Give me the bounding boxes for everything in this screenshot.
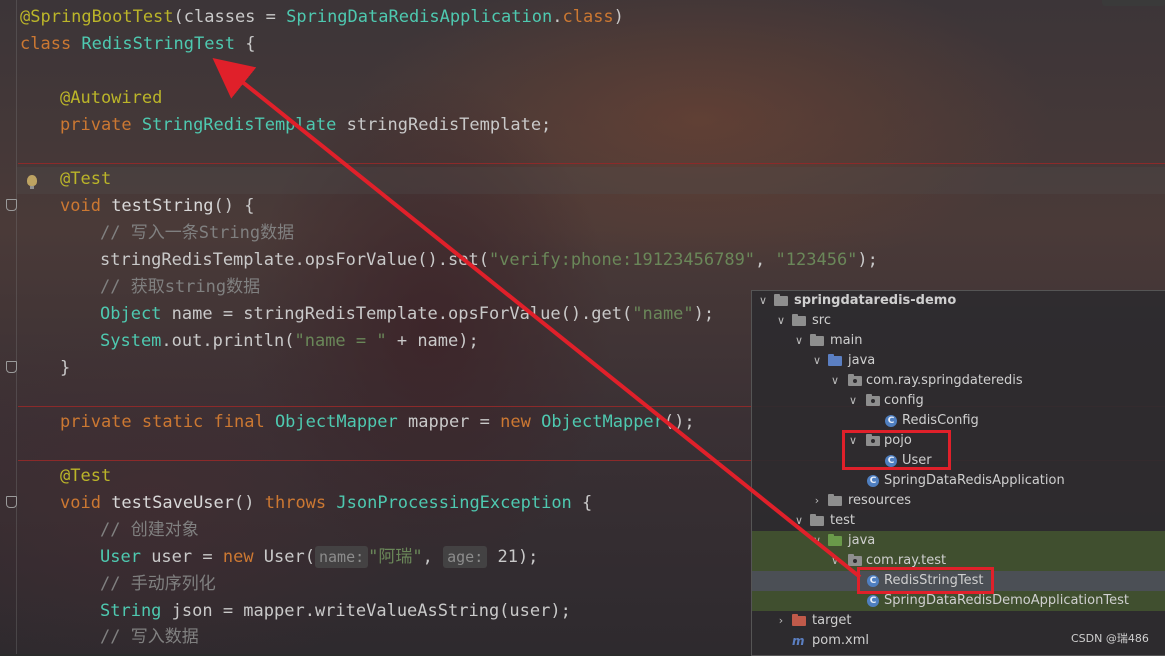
arrow-line bbox=[212, 57, 862, 579]
watermark: CSDN @瑞486 bbox=[1071, 632, 1149, 645]
arrow-annotation bbox=[212, 57, 862, 579]
